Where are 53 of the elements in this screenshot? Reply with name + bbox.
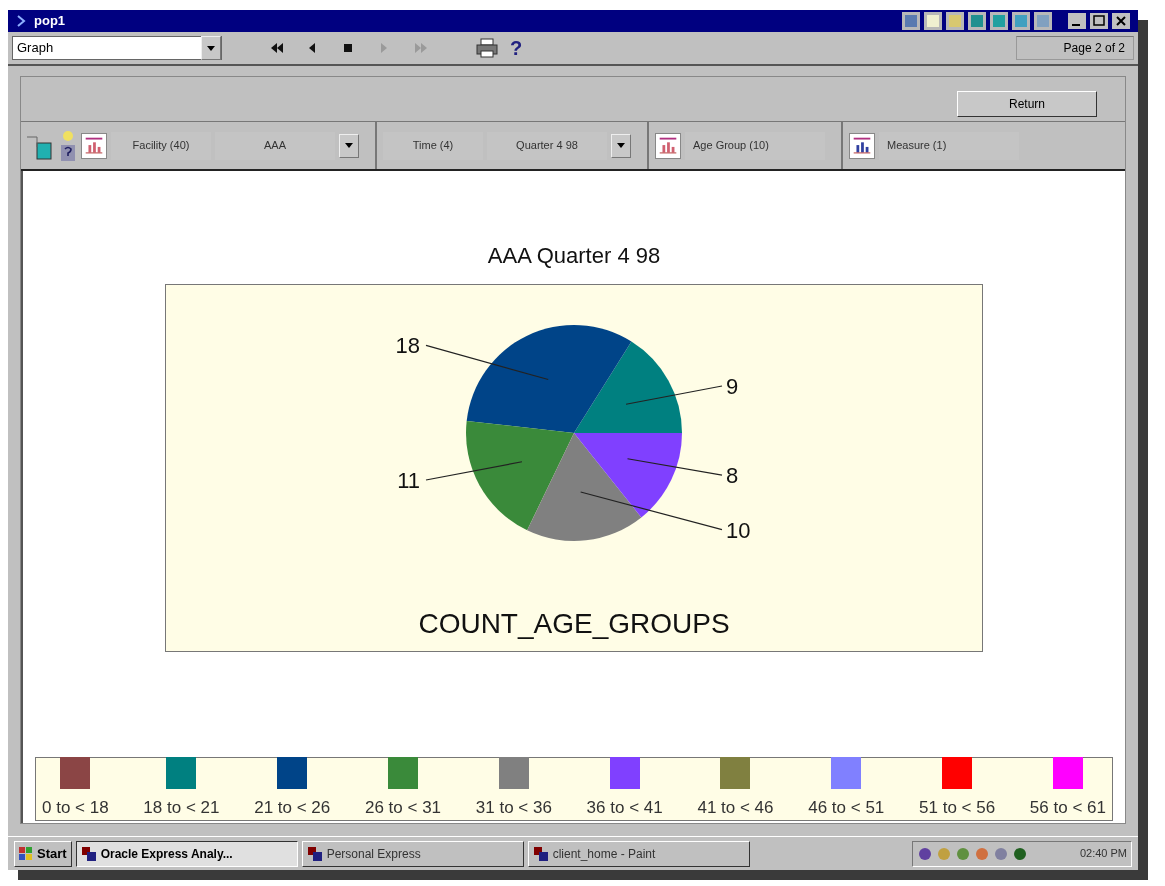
data-label: 18 bbox=[395, 333, 420, 359]
double-arrow-icon bbox=[269, 41, 285, 55]
dimension-value[interactable]: Quarter 4 98 bbox=[487, 131, 607, 160]
maximize-icon[interactable] bbox=[1090, 13, 1108, 29]
dimension-label[interactable]: Facility (40) bbox=[111, 131, 211, 160]
data-label: 11 bbox=[397, 468, 420, 493]
lightbulb-help-icon[interactable] bbox=[59, 128, 77, 163]
legend-label: 36 to < 41 bbox=[586, 796, 663, 819]
dropdown-button[interactable] bbox=[339, 133, 359, 158]
minimize-icon[interactable] bbox=[1068, 13, 1086, 29]
printer-icon[interactable] bbox=[476, 38, 498, 58]
return-button[interactable]: Return bbox=[957, 91, 1097, 117]
start-logo-icon bbox=[19, 846, 33, 861]
dimension-label[interactable]: Measure (1) bbox=[879, 131, 1019, 160]
legend-label: 21 to < 26 bbox=[254, 796, 331, 819]
tray-icon[interactable] bbox=[1012, 845, 1028, 862]
dimension-label[interactable]: Time (4) bbox=[383, 131, 483, 160]
axis-label: COUNT_AGE_GROUPS bbox=[418, 607, 730, 641]
legend-label: 51 to < 56 bbox=[919, 796, 996, 819]
legend-label: 56 to < 61 bbox=[1029, 796, 1106, 819]
dimension-label[interactable]: Age Group (10) bbox=[685, 131, 825, 160]
dimension-value[interactable]: AAA bbox=[215, 131, 335, 160]
caret-icon bbox=[617, 143, 625, 148]
double-arrow-icon bbox=[413, 41, 429, 55]
legend-label: 26 to < 31 bbox=[365, 796, 442, 819]
legend-label: 18 to < 21 bbox=[143, 796, 220, 819]
legend-label: 41 to < 46 bbox=[697, 796, 774, 819]
legend-label: 46 to < 51 bbox=[808, 796, 885, 819]
data-label: 8 bbox=[726, 463, 739, 489]
bar-chart-icon[interactable] bbox=[81, 132, 107, 159]
caret-icon bbox=[207, 45, 215, 51]
page-indicator: Page 2 of 2 bbox=[1016, 36, 1134, 60]
clock: 02:40 PM bbox=[1079, 846, 1127, 862]
help-button[interactable]: ? bbox=[510, 33, 523, 63]
toolbar-icon[interactable] bbox=[902, 12, 920, 30]
data-label: 10 bbox=[726, 517, 751, 543]
tray-icon[interactable] bbox=[917, 845, 933, 862]
legend-label: 0 to < 18 bbox=[42, 796, 109, 819]
dropdown-button[interactable] bbox=[611, 133, 631, 158]
bar-chart-icon[interactable] bbox=[849, 132, 875, 159]
chart-title: AAA Quarter 4 98 bbox=[487, 242, 661, 270]
dropdown-button[interactable] bbox=[201, 36, 221, 60]
start-button[interactable]: Start bbox=[14, 840, 72, 867]
data-label: 9 bbox=[726, 374, 739, 399]
taskbar-task[interactable]: Personal Express bbox=[301, 840, 524, 867]
taskbar-task[interactable]: client_home - Paint bbox=[527, 840, 750, 867]
bar-chart-icon[interactable] bbox=[655, 132, 681, 159]
close-icon[interactable] bbox=[1112, 13, 1130, 29]
legend-label: 31 to < 36 bbox=[475, 796, 552, 819]
view-select[interactable]: Graph bbox=[12, 36, 222, 60]
taskbar-task[interactable]: Oracle Express Analy... bbox=[75, 840, 298, 867]
caret-icon bbox=[345, 143, 353, 148]
window-title: pop1 bbox=[34, 12, 66, 31]
